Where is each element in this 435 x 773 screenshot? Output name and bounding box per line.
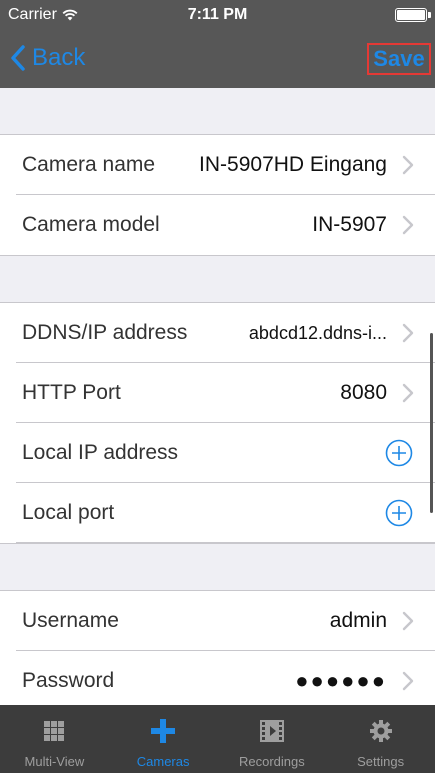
tab-bar: Multi-View Cameras Recordings Settings [0, 705, 435, 773]
password-row[interactable]: Password ●●●●●● [0, 651, 435, 705]
camera-model-row[interactable]: Camera model IN-5907 [0, 195, 435, 255]
add-circle-icon[interactable] [385, 439, 413, 467]
ddns-address-row[interactable]: DDNS/IP address abdcd12.ddns-i... [0, 303, 435, 363]
tab-label: Recordings [238, 754, 305, 769]
tab-cameras[interactable]: Cameras [109, 705, 218, 773]
tab-label: Settings [357, 754, 405, 769]
tab-label: Multi-View [24, 754, 85, 769]
back-label: Back [32, 44, 86, 71]
camera-info-section: Camera name IN-5907HD Eingang Camera mod… [0, 135, 435, 256]
local-ip-row[interactable]: Local IP address [0, 423, 435, 483]
save-button[interactable]: Save [367, 43, 431, 75]
gear-icon [368, 718, 394, 744]
http-port-row[interactable]: HTTP Port 8080 [0, 363, 435, 423]
section-spacer [0, 256, 435, 303]
chevron-right-icon [402, 215, 414, 235]
username-value: admin [329, 609, 387, 632]
grid-icon [41, 718, 67, 744]
tab-recordings[interactable]: Recordings [218, 705, 327, 773]
tab-label: Cameras [136, 754, 190, 769]
scroll-indicator [430, 333, 433, 513]
section-spacer [0, 88, 435, 135]
tab-multi-view[interactable]: Multi-View [0, 705, 109, 773]
navigation-bar: Back Save [0, 30, 435, 88]
camera-settings-list[interactable]: Camera name IN-5907HD Eingang Camera mod… [0, 88, 435, 705]
plus-icon [150, 718, 176, 744]
http-port-value: 8080 [340, 381, 387, 404]
chevron-right-icon [402, 323, 414, 343]
camera-name-value: IN-5907HD Eingang [199, 153, 387, 176]
chevron-right-icon [402, 155, 414, 175]
section-spacer [0, 544, 435, 591]
local-port-label: Local port [22, 501, 115, 524]
username-row[interactable]: Username admin [0, 591, 435, 651]
camera-name-label: Camera name [22, 153, 156, 176]
ddns-address-label: DDNS/IP address [22, 321, 188, 344]
camera-model-value: IN-5907 [312, 213, 387, 236]
credentials-section: Username admin Password ●●●●●● [0, 591, 435, 705]
tab-settings[interactable]: Settings [326, 705, 435, 773]
local-ip-label: Local IP address [22, 441, 179, 464]
chevron-left-icon [11, 45, 25, 71]
camera-model-label: Camera model [22, 213, 160, 236]
battery-icon [395, 8, 431, 22]
add-circle-icon[interactable] [385, 499, 413, 527]
chevron-right-icon [402, 611, 414, 631]
status-bar: Carrier 7:11 PM [0, 0, 435, 30]
camera-name-row[interactable]: Camera name IN-5907HD Eingang [0, 135, 435, 195]
status-time: 7:11 PM [187, 6, 248, 23]
local-port-row[interactable]: Local port [0, 483, 435, 543]
back-button[interactable]: Back [10, 42, 85, 74]
http-port-label: HTTP Port [22, 381, 121, 404]
network-section: DDNS/IP address abdcd12.ddns-i... HTTP P… [0, 303, 435, 544]
ddns-address-value: abdcd12.ddns-i... [248, 322, 387, 343]
film-icon [259, 718, 285, 744]
password-label: Password [22, 669, 115, 692]
chevron-right-icon [402, 383, 414, 403]
password-value: ●●●●●● [295, 668, 387, 693]
chevron-right-icon [402, 671, 414, 691]
username-label: Username [22, 609, 119, 632]
